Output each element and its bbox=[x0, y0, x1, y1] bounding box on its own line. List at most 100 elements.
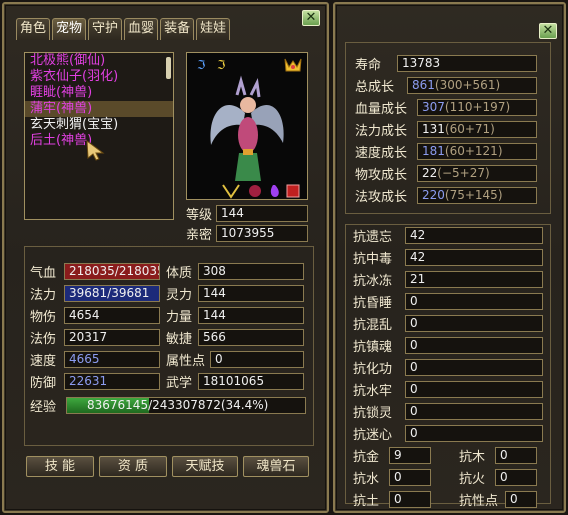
growth-value: 13783 bbox=[397, 54, 537, 72]
pet-attributes-panel: ✕ 寿命 13783 总成长 861(300+561) 血量成长 307(110… bbox=[333, 2, 566, 513]
growth-label: 速度成长 bbox=[355, 145, 408, 161]
strength-row: 力量 144 bbox=[166, 306, 304, 325]
skill-icon bbox=[249, 185, 261, 197]
growth-label: 法力成长 bbox=[355, 123, 408, 139]
intimacy-label: 亲密 bbox=[186, 227, 213, 243]
pet-list-item[interactable]: 紫衣仙子(羽化) bbox=[25, 69, 173, 85]
tab-doll[interactable]: 娃娃 bbox=[196, 18, 231, 40]
agility-row: 敏捷 566 bbox=[166, 328, 304, 347]
resist-label: 抗遗忘 bbox=[353, 229, 393, 245]
element-value: 0 bbox=[389, 468, 431, 486]
wing-rank-icon: ℑ bbox=[217, 58, 225, 72]
element-label: 抗性点 bbox=[459, 493, 499, 509]
scrollbar-thumb[interactable] bbox=[166, 57, 171, 79]
resist-label: 抗锁灵 bbox=[353, 405, 393, 421]
tab-equipment[interactable]: 装备 bbox=[160, 18, 195, 40]
pet-list-item-selected[interactable]: 蒲牢(神兽) bbox=[25, 101, 173, 117]
pet-list-item[interactable]: 睚眦(神兽) bbox=[25, 85, 173, 101]
tab-character[interactable]: 角色 bbox=[16, 18, 51, 40]
growth-value: 131(60+71) bbox=[417, 120, 537, 138]
element-label: 抗木 bbox=[459, 449, 486, 465]
close-button[interactable]: ✕ bbox=[302, 10, 320, 26]
pet-list-item[interactable]: 北极熊(御仙) bbox=[25, 53, 173, 69]
mag-atk-value: 20317 bbox=[64, 328, 160, 346]
defense-row: 防御 22631 bbox=[30, 372, 160, 391]
aptitude-button[interactable]: 资 质 bbox=[99, 456, 167, 477]
element-value: 0 bbox=[389, 490, 431, 508]
growth-value: 22(−5+27) bbox=[417, 164, 537, 182]
mag-atk-label: 法伤 bbox=[30, 331, 57, 347]
speed-label: 速度 bbox=[30, 353, 57, 369]
pet-list-item[interactable]: 玄天刺猬(宝宝) bbox=[25, 117, 173, 133]
resist-value: 0 bbox=[405, 380, 543, 398]
intimacy-row: 亲密 1073955 bbox=[186, 224, 308, 243]
resist-value: 0 bbox=[405, 292, 543, 310]
hp-growth-row: 血量成长 307(110+197) bbox=[355, 98, 537, 117]
close-button[interactable]: ✕ bbox=[539, 23, 557, 39]
growth-value: 861(300+561) bbox=[407, 76, 537, 94]
resist-value: 0 bbox=[405, 314, 543, 332]
resist-label: 抗镇魂 bbox=[353, 339, 393, 355]
spirit-row: 灵力 144 bbox=[166, 284, 304, 303]
spirit-label: 灵力 bbox=[166, 287, 193, 303]
pet-list: 北极熊(御仙) 紫衣仙子(羽化) 睚眦(神兽) 蒲牢(神兽) 玄天刺猬(宝宝) … bbox=[24, 52, 174, 220]
exp-label-row: 经验 bbox=[30, 396, 56, 415]
phys-growth-row: 物攻成长 22(−5+27) bbox=[355, 164, 537, 183]
mp-row: 法力 39681/39681 bbox=[30, 284, 160, 303]
exp-text: 83676145/243307872(34.4%) bbox=[87, 398, 269, 412]
speed-growth-row: 速度成长 181(60+121) bbox=[355, 142, 537, 161]
flame-icon bbox=[270, 185, 279, 197]
attr-points-row: 属性点 0 bbox=[166, 350, 304, 369]
cursor-icon bbox=[86, 139, 105, 161]
crown-icon bbox=[284, 58, 302, 72]
tab-blood-infant[interactable]: 血婴 bbox=[124, 18, 159, 40]
resist-label: 抗冰冻 bbox=[353, 273, 393, 289]
speed-value: 4665 bbox=[64, 350, 160, 368]
resist-row: 抗中毒 42 bbox=[353, 248, 543, 267]
phys-atk-label: 物伤 bbox=[30, 309, 57, 325]
seal-icon bbox=[286, 184, 300, 198]
skills-button[interactable]: 技 能 bbox=[26, 456, 94, 477]
martial-label: 武学 bbox=[166, 375, 193, 391]
element-label: 抗水 bbox=[353, 471, 380, 487]
tab-guardian[interactable]: 守护 bbox=[88, 18, 123, 40]
resist-label: 抗水牢 bbox=[353, 383, 393, 399]
resist-row: 抗遗忘 42 bbox=[353, 226, 543, 245]
element-value: 9 bbox=[389, 446, 431, 464]
total-growth-row: 总成长 861(300+561) bbox=[355, 76, 537, 95]
growth-label: 总成长 bbox=[355, 79, 395, 95]
resist-value: 0 bbox=[405, 336, 543, 354]
resist-label: 抗中毒 bbox=[353, 251, 393, 267]
mag-atk-row: 法伤 20317 bbox=[30, 328, 160, 347]
agility-value: 566 bbox=[198, 328, 304, 346]
element-resist-row: 抗土 0 bbox=[353, 490, 431, 509]
constitution-value: 308 bbox=[198, 262, 304, 280]
growth-label: 法攻成长 bbox=[355, 189, 408, 205]
growth-value: 220(75+145) bbox=[417, 186, 537, 204]
resist-row: 抗冰冻 21 bbox=[353, 270, 543, 289]
element-resist-row: 抗水 0 bbox=[353, 468, 431, 487]
wing-rank-icon: ℑ bbox=[197, 58, 205, 72]
soul-stone-button[interactable]: 魂兽石 bbox=[243, 456, 309, 477]
tab-pet[interactable]: 宠物 bbox=[52, 18, 87, 40]
growth-label: 物攻成长 bbox=[355, 167, 408, 183]
resist-row: 抗昏睡 0 bbox=[353, 292, 543, 311]
tab-bar: 角色 宠物 守护 血婴 装备 娃娃 bbox=[16, 18, 231, 40]
martial-row: 武学 18101065 bbox=[166, 372, 304, 391]
resist-row: 抗水牢 0 bbox=[353, 380, 543, 399]
resist-label: 抗化功 bbox=[353, 361, 393, 377]
resist-label: 抗昏睡 bbox=[353, 295, 393, 311]
talent-skill-button[interactable]: 天赋技 bbox=[172, 456, 238, 477]
level-label: 等级 bbox=[186, 207, 213, 223]
resist-value: 42 bbox=[405, 248, 543, 266]
resist-label: 抗混乱 bbox=[353, 317, 393, 333]
speed-row: 速度 4665 bbox=[30, 350, 160, 369]
defense-label: 防御 bbox=[30, 375, 57, 391]
attr-points-label: 属性点 bbox=[166, 353, 206, 369]
martial-value: 18101065 bbox=[198, 372, 304, 390]
growth-value: 181(60+121) bbox=[417, 142, 537, 160]
mp-value: 39681/39681 bbox=[64, 284, 160, 302]
exp-bar: 83676145/243307872(34.4%) bbox=[66, 397, 306, 414]
element-resist-row: 抗火 0 bbox=[459, 468, 537, 487]
resist-value: 21 bbox=[405, 270, 543, 288]
